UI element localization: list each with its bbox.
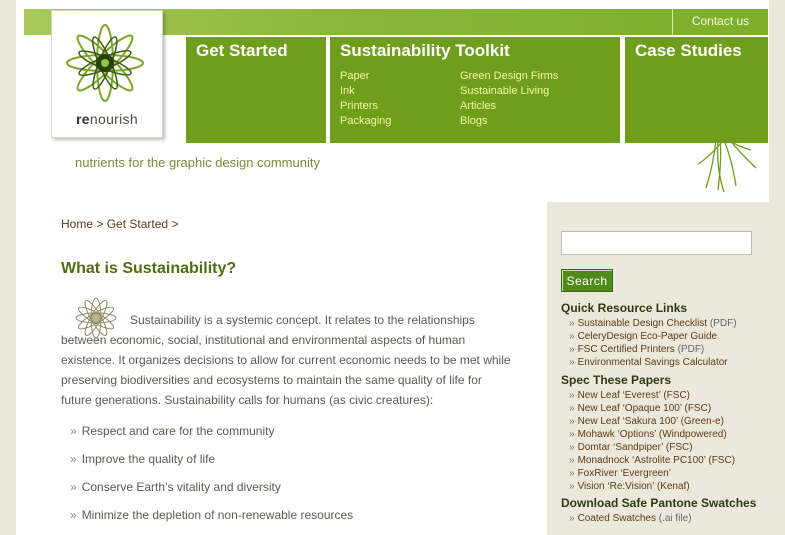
chevron-right-icon: » [569, 344, 575, 355]
bullet-text: Conserve Earth’s vitality and diversity [81, 480, 281, 494]
site-logo[interactable]: renourish [51, 10, 163, 138]
breadcrumb-home[interactable]: Home [61, 217, 93, 231]
paper-link[interactable]: » Vision ‘Re:Vision’ (Kenaf) [561, 480, 761, 493]
search-button[interactable]: Search [561, 269, 613, 292]
article-paragraph: Sustainability is a systemic concept. It… [61, 313, 511, 407]
resource-link[interactable]: » Environmental Savings Calculator [561, 356, 761, 369]
chevron-right-icon: » [70, 480, 77, 494]
chevron-right-icon: » [569, 429, 575, 440]
link-note: (PDF) [677, 344, 705, 355]
chevron-right-icon: » [70, 508, 77, 522]
nav-link-articles[interactable]: Articles [460, 99, 558, 114]
link-label: Vision ‘Re:Vision’ (Kenaf) [577, 481, 690, 492]
chevron-right-icon: » [569, 468, 575, 479]
link-note: (.ai file) [658, 513, 692, 524]
star-flower-logo-icon [66, 24, 144, 102]
nav-title-toolkit[interactable]: Sustainability Toolkit [340, 41, 510, 61]
logo-wordmark-bold: re [76, 111, 90, 127]
chevron-right-icon: » [569, 442, 575, 453]
nav-get-started[interactable]: Get Started [186, 37, 326, 143]
logo-wordmark: renourish [52, 111, 162, 127]
link-label: New Leaf ‘Opaque 100’ (FSC) [577, 403, 712, 414]
toolkit-links-right: Green Design Firms Sustainable Living Ar… [460, 69, 558, 129]
chevron-right-icon: » [569, 390, 575, 401]
link-label: FSC Certified Printers [577, 344, 675, 355]
tagline: nutrients for the graphic design communi… [75, 155, 320, 170]
paper-link[interactable]: » Monadnock ‘Astrolite PC100’ (FSC) [561, 454, 761, 467]
chevron-right-icon: » [70, 452, 77, 466]
chevron-right-icon: » [569, 416, 575, 427]
link-label: Domtar ‘Sandpiper’ (FSC) [577, 442, 693, 453]
bullet-text: Respect and care for the community [81, 424, 275, 438]
link-label: FoxRiver ‘Evergreen’ [577, 468, 671, 479]
link-list: » New Leaf ‘Everest’ (FSC) » New Leaf ‘Opa… [561, 389, 761, 493]
list-item: » Minimize the depletion of non-renewable… [70, 508, 353, 535]
logo-wordmark-rest: nourish [89, 111, 138, 127]
chevron-right-icon: » [569, 318, 575, 329]
nav-link-paper[interactable]: Paper [340, 69, 391, 84]
resource-link[interactable]: » CeleryDesign Eco-Paper Guide [561, 330, 761, 343]
spec-these-papers: Spec These Papers » New Leaf ‘Everest’ (F… [561, 374, 761, 493]
breadcrumb-separator: > [96, 217, 104, 231]
nav-title-case-studies[interactable]: Case Studies [635, 41, 742, 61]
paper-link[interactable]: » New Leaf ‘Everest’ (FSC) [561, 389, 761, 402]
section-title: Spec These Papers [561, 373, 672, 387]
link-label: Environmental Savings Calculator [577, 357, 728, 368]
nav-title-get-started[interactable]: Get Started [196, 41, 288, 61]
contact-link[interactable]: Contact us [672, 9, 768, 35]
link-list: » Sustainable Design Checklist (PDF) » Cel… [561, 317, 761, 369]
list-item: » Respect and care for the community [70, 424, 353, 452]
nav-link-sustainable-living[interactable]: Sustainable Living [460, 84, 558, 99]
paper-link[interactable]: » FoxRiver ‘Evergreen’ [561, 467, 761, 480]
chevron-right-icon: » [569, 455, 575, 466]
download-pantone-swatches: Download Safe Pantone Swatches » Coated S… [561, 497, 761, 525]
article-bullet-list: » Respect and care for the community » Imp… [70, 424, 353, 535]
bullet-text: Minimize the depletion of non-renewable … [81, 508, 354, 522]
nav-link-packaging[interactable]: Packaging [340, 114, 391, 129]
section-title: Quick Resource Links [561, 301, 688, 315]
swatch-link[interactable]: » Coated Swatches (.ai file) [561, 512, 761, 525]
nav-sustainability-toolkit: Sustainability Toolkit Paper Ink Printer… [330, 37, 620, 143]
link-label: New Leaf ‘Sakura 100’ (Green-e) [577, 416, 724, 427]
search-input[interactable] [561, 231, 752, 255]
nav-link-printers[interactable]: Printers [340, 99, 391, 114]
list-item: » Improve the quality of life [70, 452, 353, 480]
link-label: New Leaf ‘Everest’ (FSC) [577, 390, 690, 401]
link-label: Mohawk ‘Options’ (Windpowered) [577, 429, 727, 440]
chevron-right-icon: » [70, 424, 77, 438]
chevron-right-icon: » [569, 357, 575, 368]
link-list: » Coated Swatches (.ai file) [561, 512, 761, 525]
nav-link-ink[interactable]: Ink [340, 84, 391, 99]
quick-resource-links: Quick Resource Links » Sustainable Design… [561, 302, 761, 369]
breadcrumb-separator: > [171, 217, 179, 231]
section-title: Download Safe Pantone Swatches [561, 496, 757, 510]
breadcrumb-current[interactable]: Get Started [107, 217, 168, 231]
nav-case-studies[interactable]: Case Studies [625, 37, 768, 143]
bullet-text: Improve the quality of life [81, 452, 216, 466]
breadcrumb: Home > Get Started > [61, 217, 178, 231]
resource-link[interactable]: » Sustainable Design Checklist (PDF) [561, 317, 761, 330]
nav-link-green-design-firms[interactable]: Green Design Firms [460, 69, 558, 84]
link-label: Monadnock ‘Astrolite PC100’ (FSC) [577, 455, 736, 466]
grass-decoration-icon [697, 138, 757, 193]
link-label: Coated Swatches [577, 513, 656, 524]
link-label: Sustainable Design Checklist [577, 318, 708, 329]
paper-link[interactable]: » Domtar ‘Sandpiper’ (FSC) [561, 441, 761, 454]
page-title: What is Sustainability? [61, 260, 237, 277]
sidebar: Search Quick Resource Links » Sustainable… [547, 202, 769, 535]
paper-link[interactable]: » New Leaf ‘Opaque 100’ (FSC) [561, 402, 761, 415]
chevron-right-icon: » [569, 481, 575, 492]
chevron-right-icon: » [569, 331, 575, 342]
link-label: CeleryDesign Eco-Paper Guide [577, 331, 718, 342]
toolkit-links-left: Paper Ink Printers Packaging [340, 69, 391, 129]
page: Contact us Get Started Sustainability To… [16, 0, 769, 535]
link-note: (PDF) [709, 318, 737, 329]
chevron-right-icon: » [569, 403, 575, 414]
list-item: » Conserve Earth’s vitality and diversity [70, 480, 353, 508]
paper-link[interactable]: » Mohawk ‘Options’ (Windpowered) [561, 428, 761, 441]
chevron-right-icon: » [569, 513, 575, 524]
nav-link-blogs[interactable]: Blogs [460, 114, 558, 129]
resource-link[interactable]: » FSC Certified Printers (PDF) [561, 343, 761, 356]
paper-link[interactable]: » New Leaf ‘Sakura 100’ (Green-e) [561, 415, 761, 428]
